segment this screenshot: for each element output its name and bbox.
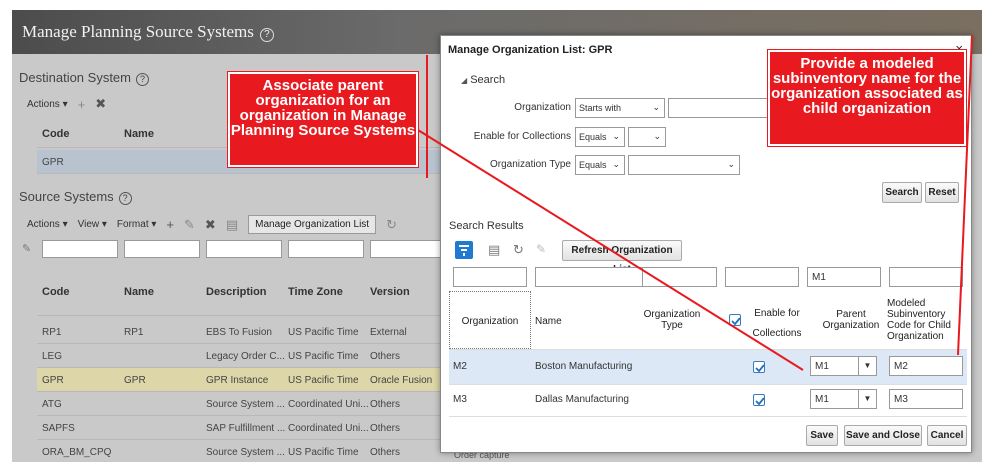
left-callout: Associate parent organization for an org…	[228, 72, 418, 167]
left-callout-arrow-line	[417, 129, 804, 371]
right-callout: Provide a modeled subinventory name for …	[768, 50, 966, 146]
